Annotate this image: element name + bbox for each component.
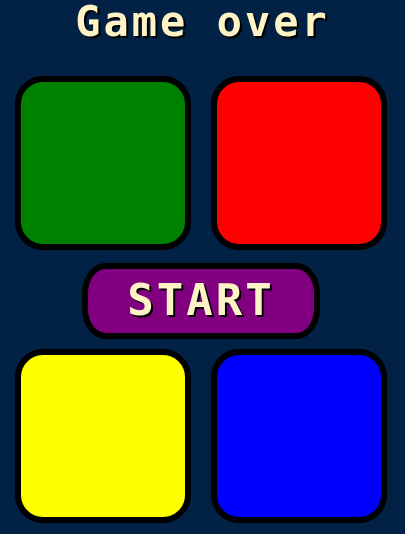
- game-status-title: Game over: [75, 0, 330, 46]
- blue-pad[interactable]: [211, 349, 387, 523]
- start-button-label: START: [127, 275, 275, 326]
- start-button[interactable]: START: [82, 263, 320, 339]
- red-pad[interactable]: [211, 76, 387, 250]
- yellow-pad[interactable]: [15, 349, 191, 523]
- green-pad[interactable]: [15, 76, 191, 250]
